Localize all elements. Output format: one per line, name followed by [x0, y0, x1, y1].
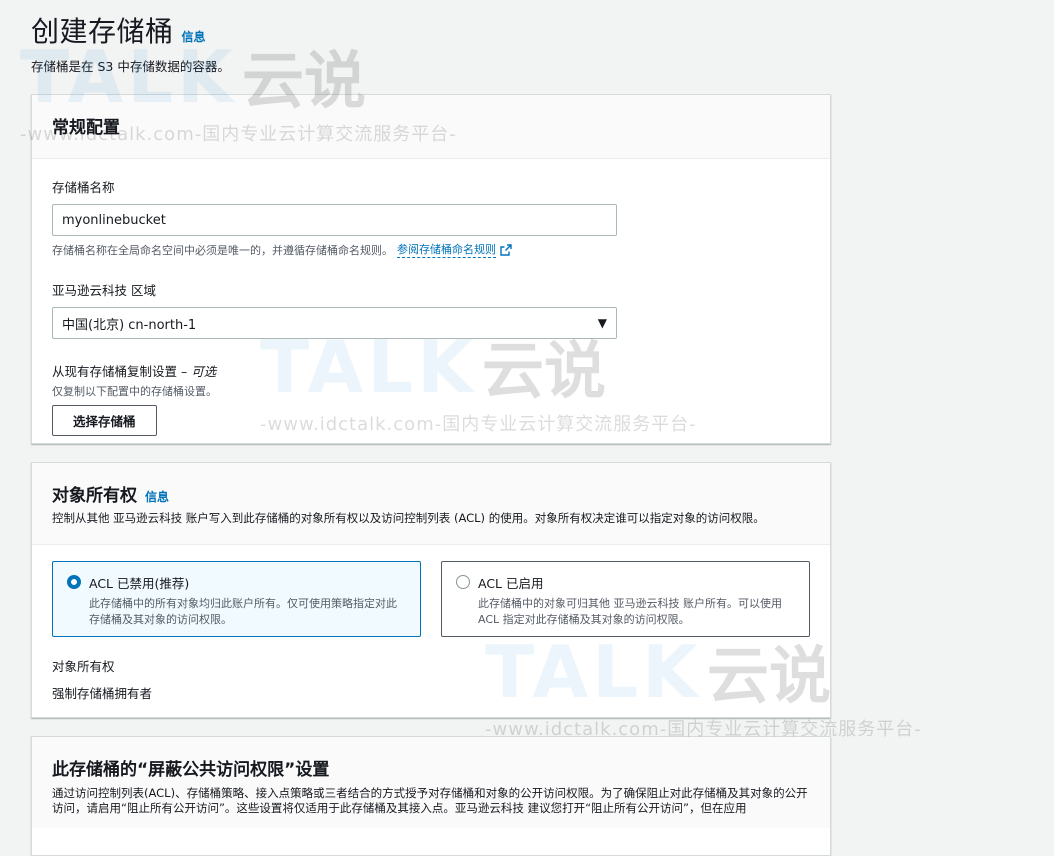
- panel-header: 常规配置: [32, 95, 830, 159]
- bucket-name-hint-text: 存储桶名称在全局命名空间中必须是唯一的，并遵循存储桶命名规则。: [52, 243, 393, 257]
- panel-title: 对象所有权 信息: [52, 481, 169, 506]
- block-public-description: 通过访问控制列表(ACL)、存储桶策略、接入点策略或三者结合的方式授予对存储桶和…: [52, 786, 808, 815]
- region-select[interactable]: 中国(北京) cn-north-1 ▼: [52, 307, 617, 339]
- region-label: 亚马逊云科技 区域: [52, 283, 156, 298]
- copy-settings-label-text: 从现有存储桶复制设置 –: [52, 364, 192, 379]
- acl-disabled-tile[interactable]: ACL 已禁用(推荐) 此存储桶中的所有对象均归此账户所有。仅可使用策略指定对此…: [52, 561, 421, 637]
- page-description: 存储桶是在 S3 中存储数据的容器。: [31, 59, 230, 74]
- radio-unselected-icon[interactable]: [456, 575, 470, 589]
- ownership-description: 控制从其他 亚马逊云科技 账户写入到此存储桶的对象所有权以及访问控制列表 (AC…: [52, 511, 765, 525]
- ownership-label: 对象所有权: [52, 659, 115, 674]
- panel-header: 对象所有权 信息 控制从其他 亚马逊云科技 账户写入到此存储桶的对象所有权以及访…: [32, 463, 830, 545]
- panel-header: 此存储桶的“屏蔽公共访问权限”设置 通过访问控制列表(ACL)、存储桶策略、接入…: [32, 737, 830, 828]
- info-link[interactable]: 信息: [182, 28, 206, 45]
- create-bucket-page: 创建存储桶 信息 存储桶是在 S3 中存储数据的容器。 常规配置 存储桶名称 存…: [0, 0, 1054, 856]
- block-public-title: 此存储桶的“屏蔽公共访问权限”设置: [52, 760, 330, 780]
- region-select-value: 中国(北京) cn-north-1: [62, 317, 197, 333]
- ownership-tiles: ACL 已禁用(推荐) 此存储桶中的所有对象均归此账户所有。仅可使用策略指定对此…: [52, 561, 810, 637]
- naming-rules-link-label: 参阅存储桶命名规则: [397, 243, 496, 256]
- caret-down-icon: ▼: [597, 316, 607, 330]
- choose-bucket-button[interactable]: 选择存储桶: [52, 405, 157, 436]
- tile-title: ACL 已禁用(推荐): [89, 576, 190, 591]
- acl-enabled-tile[interactable]: ACL 已启用 此存储桶中的对象可归其他 亚马逊云科技 账户所有。可以使用 AC…: [441, 561, 810, 637]
- radio-selected-icon[interactable]: [67, 575, 81, 589]
- tile-description: 此存储桶中的所有对象均归此账户所有。仅可使用策略指定对此存储桶及其对象的访问权限…: [89, 597, 397, 626]
- external-link-icon[interactable]: [500, 243, 512, 256]
- ownership-value: 强制存储桶拥有者: [52, 686, 153, 701]
- tile-content: ACL 已禁用(推荐) 此存储桶中的所有对象均归此账户所有。仅可使用策略指定对此…: [89, 573, 406, 636]
- copy-settings-label: 从现有存储桶复制设置 – 可选: [52, 361, 810, 380]
- panel-body: ACL 已禁用(推荐) 此存储桶中的所有对象均归此账户所有。仅可使用策略指定对此…: [32, 545, 830, 722]
- panel-body: 存储桶名称 存储桶名称在全局命名空间中必须是唯一的，并遵循存储桶命名规则。 参阅…: [32, 159, 830, 456]
- page-title: 创建存储桶: [31, 15, 174, 48]
- tile-content: ACL 已启用 此存储桶中的对象可归其他 亚马逊云科技 账户所有。可以使用 AC…: [478, 573, 795, 636]
- bucket-name-input[interactable]: [52, 204, 617, 236]
- object-ownership-panel: 对象所有权 信息 控制从其他 亚马逊云科技 账户写入到此存储桶的对象所有权以及访…: [31, 462, 831, 718]
- bucket-name-hint: 存储桶名称在全局命名空间中必须是唯一的，并遵循存储桶命名规则。 参阅存储桶命名规…: [52, 241, 810, 258]
- block-public-access-panel: 此存储桶的“屏蔽公共访问权限”设置 通过访问控制列表(ACL)、存储桶策略、接入…: [31, 736, 831, 856]
- general-config-panel: 常规配置 存储桶名称 存储桶名称在全局命名空间中必须是唯一的，并遵循存储桶命名规…: [31, 94, 831, 444]
- copy-settings-hint: 仅复制以下配置中的存储桶设置。: [52, 385, 217, 398]
- info-link[interactable]: 信息: [145, 488, 169, 505]
- page-header: 创建存储桶 信息 存储桶是在 S3 中存储数据的容器。: [31, 10, 230, 75]
- bucket-name-label: 存储桶名称: [52, 180, 115, 195]
- tile-title: ACL 已启用: [478, 576, 544, 591]
- panel-title: 常规配置: [52, 118, 120, 138]
- ownership-title: 对象所有权: [52, 486, 137, 506]
- tile-description: 此存储桶中的对象可归其他 亚马逊云科技 账户所有。可以使用 ACL 指定对此存储…: [478, 597, 782, 626]
- naming-rules-link[interactable]: 参阅存储桶命名规则: [397, 241, 496, 258]
- optional-label: 可选: [191, 364, 217, 379]
